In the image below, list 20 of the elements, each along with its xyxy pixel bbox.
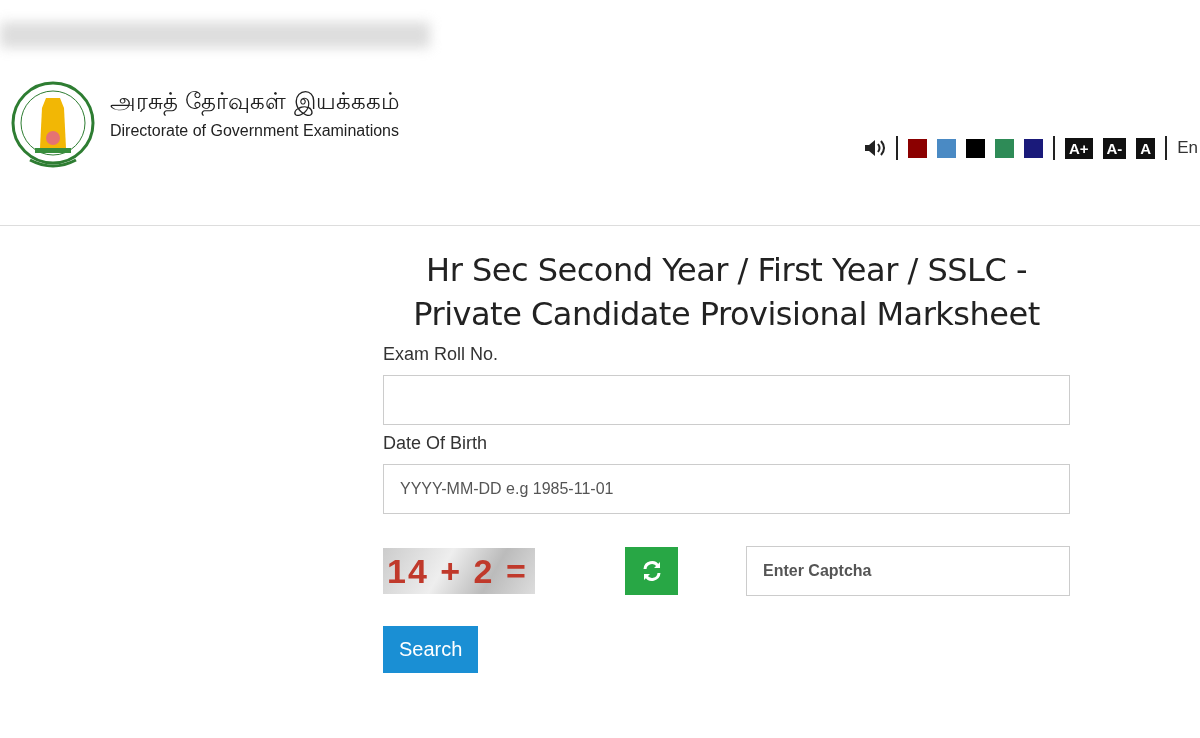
speaker-icon[interactable] (863, 138, 886, 158)
field-label: Date Of Birth (383, 433, 489, 454)
tamil-title: அரசுத் தேர்வுகள் இயக்ககம் (110, 88, 400, 118)
font-size-button[interactable]: A (1136, 137, 1156, 159)
captcha-field[interactable]: Enter Captcha (746, 546, 1070, 596)
color-theme-swatch[interactable] (936, 138, 956, 158)
language-link[interactable]: En (1177, 138, 1198, 158)
field-label: Exam Roll No. (383, 344, 500, 365)
captcha-image: 14 + 2 = (383, 548, 535, 594)
input-field[interactable]: YYYY-MM-DD e.g 1985-11-01 (383, 464, 1070, 514)
font-size-button[interactable]: A+ (1064, 137, 1093, 159)
refresh-button[interactable] (625, 547, 678, 595)
color-theme-swatch[interactable] (965, 138, 985, 158)
search-button[interactable]: Search (383, 626, 479, 673)
page-heading: Hr Sec Second Year / First Year / SSLC - Private Candidate Provisional Marksheet (412, 250, 1041, 335)
font-size-button[interactable]: A- (1102, 137, 1127, 159)
color-theme-swatch[interactable] (994, 138, 1014, 158)
color-theme-swatch[interactable] (1023, 138, 1043, 158)
color-theme-swatch[interactable] (907, 138, 927, 158)
english-title: Directorate of Government Examinations (110, 122, 400, 140)
